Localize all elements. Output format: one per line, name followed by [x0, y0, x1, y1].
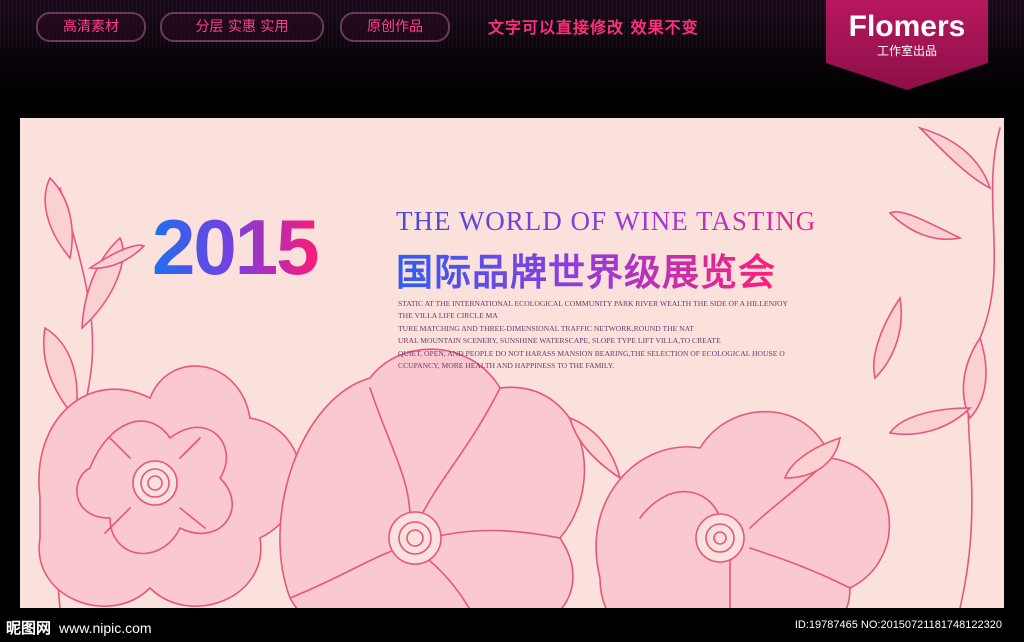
site-name: 昵图网 [6, 619, 52, 637]
english-title: THE WORLD OF WINE TASTING [396, 206, 817, 236]
chinese-title: 国际品牌世界级展览会 [396, 242, 776, 296]
body-line: QUIET, OPEN, AND PEOPLE DO NOT HARASS MA… [398, 348, 785, 358]
brand-name: Flomers [848, 10, 966, 43]
body-line: STATIC AT THE INTERNATIONAL ECOLOGICAL C… [398, 299, 788, 308]
brand-badge: Flomers 工作室出品 [826, 0, 988, 90]
body-paragraph: STATIC AT THE INTERNATIONAL ECOLOGICAL C… [398, 298, 878, 372]
site-watermark: 昵图网 www.nipic.com [6, 617, 152, 638]
body-line: CCUPANCY, MORE HEALTH AND HAPPINESS TO T… [398, 361, 615, 371]
watermark-bar: 昵图网 www.nipic.com ID:19787465 NO:20150721… [0, 608, 1024, 642]
year-heading: 2015 [152, 203, 320, 291]
tag-original-work: 原创作品 [340, 12, 450, 42]
poster-canvas: 2015 THE WORLD OF WINE TASTING 国际品牌世界级展览… [20, 118, 1004, 608]
body-line: TURE MATCHING AND THREE-DIMENSIONAL TRAF… [398, 323, 694, 333]
tag-hd-material: 高清素材 [36, 12, 146, 42]
site-url: www.nipic.com [59, 620, 152, 636]
brand-subtitle: 工作室出品 [876, 44, 937, 58]
image-id: ID:19787465 NO:20150721181748122320 [794, 619, 1002, 631]
slogan-text: 文字可以直接修改 效果不变 [488, 18, 699, 37]
body-line: URAL MOUNTAIN SCENERY, SUNSHINE WATERSCA… [398, 336, 721, 346]
tag-layered-practical: 分层 实惠 实用 [160, 12, 324, 42]
body-line: THE VILLA LIFE CIRCLE MA [398, 311, 498, 321]
top-banner: 高清素材 分层 实惠 实用 原创作品 文字可以直接修改 效果不变 Flomers… [0, 0, 1024, 100]
